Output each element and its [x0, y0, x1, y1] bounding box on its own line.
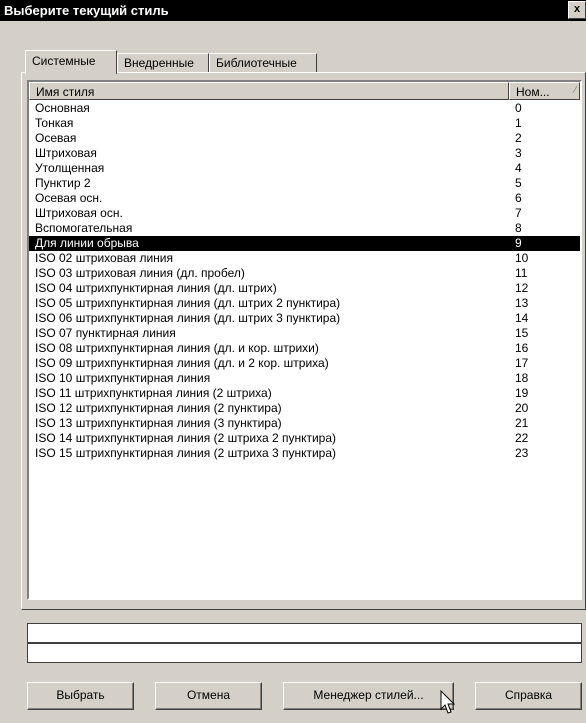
style-name: Утолщенная — [35, 161, 105, 175]
style-number: 11 — [515, 266, 528, 280]
style-name: ISO 13 штрихпунктирная линия (3 пунктира… — [35, 416, 282, 430]
style-number: 8 — [515, 221, 522, 235]
list-item[interactable]: ISO 08 штрихпунктирная линия (дл. и кор.… — [29, 341, 580, 356]
description-field-1 — [27, 623, 582, 643]
list-item[interactable]: ISO 05 штрихпунктирная линия (дл. штрих … — [29, 296, 580, 311]
mouse-pointer-icon — [440, 690, 456, 714]
style-name: ISO 06 штрихпунктирная линия (дл. штрих … — [35, 311, 341, 325]
list-item[interactable]: ISO 03 штриховая линия (дл. пробел) 11 — [29, 266, 580, 281]
cancel-button[interactable]: Отмена — [155, 682, 262, 710]
style-name: ISO 03 штриховая линия (дл. пробел) — [35, 266, 245, 280]
style-number: 22 — [515, 431, 529, 445]
list-item[interactable]: Пунктир 2 5 — [29, 176, 580, 191]
tab-system[interactable]: Системные — [25, 50, 117, 74]
style-number: 6 — [515, 191, 522, 205]
style-number: 5 — [515, 176, 522, 190]
style-number: 13 — [515, 296, 529, 310]
list-item[interactable]: ISO 07 пунктирная линия 15 — [29, 326, 580, 341]
tab-embedded[interactable]: Внедренные — [117, 53, 209, 73]
list-item[interactable]: ISO 11 штрихпунктирная линия (2 штриха) 1… — [29, 386, 580, 401]
style-number: 3 — [515, 146, 522, 160]
description-field-2 — [27, 643, 582, 663]
list-item[interactable]: Вспомогательная 8 — [29, 221, 580, 236]
style-name: ISO 15 штрихпунктирная линия (2 штриха 3… — [35, 446, 337, 460]
style-name: ISO 02 штриховая линия — [35, 251, 174, 265]
style-name: ISO 04 штрихпунктирная линия (дл. штрих) — [35, 281, 277, 295]
list-item[interactable]: Осевая осн. 6 — [29, 191, 580, 206]
style-name: Осевая — [35, 131, 77, 145]
style-number: 12 — [515, 281, 529, 295]
style-number: 19 — [515, 386, 529, 400]
column-header-number[interactable]: Ном... ⁄ — [509, 82, 580, 100]
style-number: 0 — [515, 101, 522, 115]
style-name: ISO 10 штрихпунктирная линия — [35, 371, 211, 385]
list-header: Имя стиля Ном... ⁄ — [29, 82, 580, 100]
style-number: 16 — [515, 341, 529, 355]
list-item[interactable]: ISO 09 штрихпунктирная линия (дл. и 2 ко… — [29, 356, 580, 371]
tab-library[interactable]: Библиотечные — [209, 53, 317, 73]
style-name: Штриховая — [35, 146, 97, 160]
list-item[interactable]: Осевая 2 — [29, 131, 580, 146]
style-name: Основная — [35, 101, 90, 115]
list-item[interactable]: ISO 12 штрихпунктирная линия (2 пунктира… — [29, 401, 580, 416]
style-number: 23 — [515, 446, 529, 460]
list-item[interactable]: Для линии обрыва 9 — [29, 236, 580, 251]
window-title: Выберите текущий стиль — [4, 3, 169, 18]
list-item[interactable]: Утолщенная 4 — [29, 161, 580, 176]
style-name: ISO 12 штрихпунктирная линия (2 пунктира… — [35, 401, 282, 415]
style-name: Вспомогательная — [35, 221, 133, 235]
list-item[interactable]: ISO 02 штриховая линия 10 — [29, 251, 580, 266]
list-item[interactable]: ISO 14 штрихпунктирная линия (2 штриха 2… — [29, 431, 580, 446]
style-number: 15 — [515, 326, 529, 340]
style-number: 4 — [515, 161, 522, 175]
style-name: ISO 09 штрихпунктирная линия (дл. и 2 ко… — [35, 356, 329, 370]
list-rows: Основная 0 Тонкая 1 Осевая 2 Штриховая 3 Утолщен… — [29, 101, 580, 461]
style-name: Осевая осн. — [35, 191, 103, 205]
style-name: Пунктир 2 — [35, 176, 91, 190]
style-name: ISO 05 штрихпунктирная линия (дл. штрих … — [35, 296, 341, 310]
style-number: 14 — [515, 311, 529, 325]
list-item[interactable]: ISO 04 штрихпунктирная линия (дл. штрих)… — [29, 281, 580, 296]
list-item[interactable]: ISO 06 штрихпунктирная линия (дл. штрих … — [29, 311, 580, 326]
list-item[interactable]: Основная 0 — [29, 101, 580, 116]
list-item[interactable]: ISO 13 штрихпунктирная линия (3 пунктира… — [29, 416, 580, 431]
style-number: 9 — [515, 236, 522, 250]
styles-list[interactable]: Имя стиля Ном... ⁄ Основная 0 Тонкая 1 Осева… — [27, 80, 582, 600]
style-name: ISO 07 пунктирная линия — [35, 326, 176, 340]
style-name: ISO 11 штрихпунктирная линия (2 штриха) — [35, 386, 272, 400]
list-item[interactable]: Штриховая 3 — [29, 146, 580, 161]
style-number: 1 — [515, 116, 522, 130]
style-number: 2 — [515, 131, 522, 145]
style-number: 17 — [515, 356, 529, 370]
close-icon[interactable]: x — [568, 1, 586, 19]
style-number: 20 — [515, 401, 529, 415]
list-item[interactable]: Тонкая 1 — [29, 116, 580, 131]
style-name: ISO 14 штрихпунктирная линия (2 штриха 2… — [35, 431, 337, 445]
list-item[interactable]: ISO 15 штрихпунктирная линия (2 штриха 3… — [29, 446, 580, 461]
list-item[interactable]: Штриховая осн. 7 — [29, 206, 580, 221]
style-number: 7 — [515, 206, 522, 220]
style-number: 10 — [515, 251, 529, 265]
sort-ascending-icon: ⁄ — [574, 85, 576, 96]
style-manager-button[interactable]: Менеджер стилей... — [283, 682, 454, 710]
style-number: 18 — [515, 371, 529, 385]
help-button[interactable]: Справка — [475, 682, 582, 710]
style-name: Для линии обрыва — [35, 236, 139, 250]
title-bar: Выберите текущий стиль x — [0, 0, 586, 21]
style-name: Тонкая — [35, 116, 74, 130]
select-button[interactable]: Выбрать — [27, 682, 134, 710]
style-name: Штриховая осн. — [35, 206, 123, 220]
style-name: ISO 08 штрихпунктирная линия (дл. и кор.… — [35, 341, 319, 355]
list-item[interactable]: ISO 10 штрихпунктирная линия 18 — [29, 371, 580, 386]
column-header-name[interactable]: Имя стиля — [29, 82, 509, 100]
style-number: 21 — [515, 416, 529, 430]
